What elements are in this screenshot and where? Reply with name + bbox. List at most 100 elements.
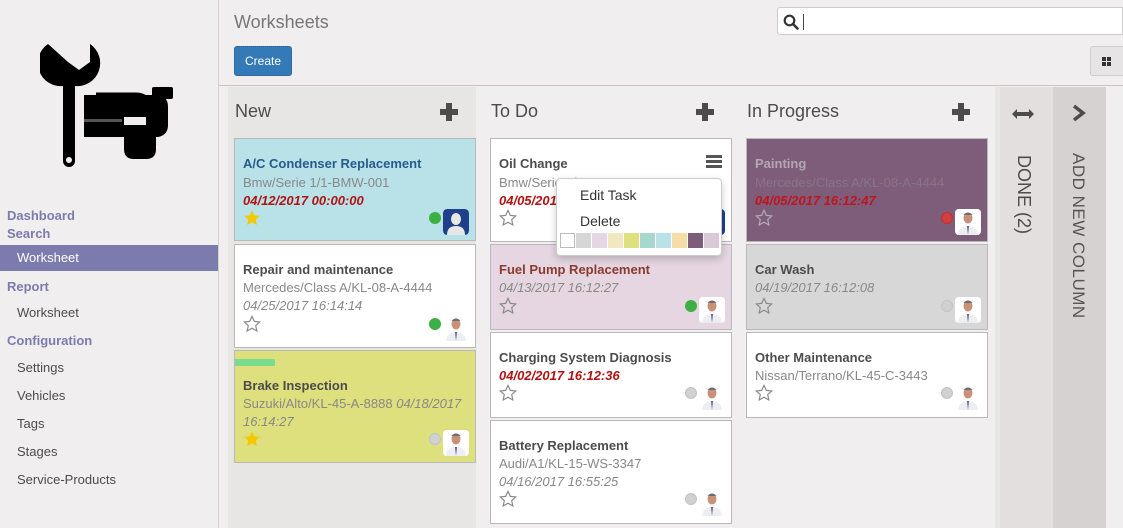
color-swatch[interactable] [672,233,687,248]
column-title: New [235,101,272,121]
kanban-view-button[interactable] [1090,46,1123,76]
card-title: A/C Condenser Replacement [243,156,422,171]
avatar-person [699,490,725,516]
sidebar-item-service-products[interactable]: Service-Products [0,466,218,494]
avatar-person [955,384,981,410]
kanban-card[interactable]: A/C Condenser Replacement Bmw/Serie 1/1-… [234,138,476,241]
sidebar-item-stages[interactable]: Stages [0,438,218,466]
sidebar-item-report-worksheet[interactable]: Worksheet [0,300,218,326]
folded-column-done[interactable]: DONE (2) [995,87,1053,528]
color-swatch[interactable] [656,233,671,248]
kanban-card[interactable]: Painting Mercedes/Class A/KL-08-A-4444 0… [746,138,988,242]
menu-heading-search[interactable]: Search [0,225,218,243]
kanban-state-dot[interactable] [429,318,441,330]
kanban-card[interactable]: Repair and maintenance Mercedes/Class A/… [234,244,476,348]
star-outline-icon[interactable] [243,315,261,333]
color-swatch[interactable] [608,233,623,248]
star-outline-icon[interactable] [755,209,773,227]
kanban-card[interactable]: Battery Replacement Audi/A1/KL-15-WS-334… [490,420,732,524]
sidebar-item-settings[interactable]: Settings [0,354,218,382]
menu-item-edit-task[interactable]: Edit Task [580,187,637,203]
color-swatch[interactable] [560,233,575,248]
card-date: 04/25/2017 16:14:14 [243,298,363,313]
avatar-person [443,430,469,456]
card-vehicle: Suzuki/Alto/KL-45-A-8888 [243,396,393,411]
text-cursor [803,14,804,30]
sidebar-menu: Dashboard Search Worksheet Report Worksh… [0,207,218,494]
create-button[interactable]: Create [234,46,292,76]
color-swatch[interactable] [576,233,591,248]
star-outline-icon[interactable] [755,384,773,402]
card-menu-icon[interactable] [706,155,722,169]
kanban-state-dot[interactable] [941,387,953,399]
sidebar-item-tags[interactable]: Tags [0,410,218,438]
kanban-card[interactable]: Car Wash 04/19/2017 16:12:08 [746,244,988,330]
kanban-state-dot[interactable] [685,493,697,505]
column-in-progress: In Progress Painting Mercedes/Class A/KL… [740,87,988,528]
sidebar: Dashboard Search Worksheet Report Worksh… [0,0,219,528]
card-date-part2: 16:14:27 [243,414,294,429]
column-to-do: To Do Oil Change Bmw/Serie 1/1-BMW-001 0… [484,87,732,528]
card-date: 04/12/2017 00:00:00 [243,193,364,208]
star-outline-icon[interactable] [499,490,517,508]
wrench-car-logo[interactable] [40,36,180,171]
kanban-board: New A/C Condenser Replacement Bmw/Serie … [219,87,1123,528]
avatar-person [955,209,981,235]
menu-heading-configuration[interactable]: Configuration [0,332,218,350]
card-title: Other Maintenance [755,350,873,365]
kanban-card[interactable]: Other Maintenance Nissan/Terrano/KL-45-C… [746,332,988,418]
kanban-card[interactable]: Charging System Diagnosis 04/02/2017 16:… [490,332,732,418]
search-input[interactable] [777,7,1123,35]
column-new: New A/C Condenser Replacement Bmw/Serie … [228,87,476,528]
add-new-column[interactable]: ADD NEW COLUMN [1053,87,1106,528]
avatar-person [699,297,725,323]
kanban-card[interactable]: Brake Inspection Suzuki/Alto/KL-45-A-888… [234,350,476,463]
sidebar-item-search-worksheet[interactable]: Worksheet [0,245,218,271]
menu-heading-report[interactable]: Report [0,278,218,296]
star-outline-icon[interactable] [755,297,773,315]
kanban-state-dot[interactable] [429,433,441,445]
card-date: 04/05/2017 16:12:47 [755,193,876,208]
card-date: 04/05/2017 [499,193,565,208]
star-outline-icon[interactable] [499,209,517,227]
kanban-state-dot[interactable] [941,300,953,312]
card-title: Fuel Pump Replacement [499,262,650,277]
color-swatch[interactable] [704,233,719,248]
kanban-state-dot[interactable] [941,212,953,224]
menu-heading-dashboard[interactable]: Dashboard [0,207,218,225]
card-title: Charging System Diagnosis [499,350,672,365]
kanban-state-dot[interactable] [685,300,697,312]
card-title: Brake Inspection [243,378,348,393]
color-swatch[interactable] [592,233,607,248]
star-outline-icon[interactable] [499,384,517,402]
kanban-state-dot[interactable] [429,212,441,224]
card-dropdown-menu: Edit Task Delete [556,178,722,256]
card-title: Repair and maintenance [243,262,394,277]
control-panel: Worksheets Create [219,0,1123,86]
card-vehicle: Nissan/Terrano/KL-45-C-3443 [755,368,928,383]
sidebar-item-vehicles[interactable]: Vehicles [0,382,218,410]
card-title: Painting [755,156,807,171]
unfold-arrows-icon[interactable] [1012,108,1034,120]
kanban-state-dot[interactable] [685,387,697,399]
folded-column-label: DONE (2) [1014,155,1034,235]
quick-create-plus-icon[interactable] [696,103,714,121]
card-date: 04/19/2017 16:12:08 [755,280,875,295]
color-swatch[interactable] [624,233,639,248]
color-swatch[interactable] [640,233,655,248]
page-title: Worksheets [234,12,329,32]
kanban-card[interactable]: Fuel Pump Replacement 04/13/2017 16:12:2… [490,244,732,330]
avatar-default [443,209,469,235]
chevron-right-icon[interactable] [1072,104,1086,122]
color-swatch[interactable] [688,233,703,248]
star-filled-icon[interactable] [243,209,261,227]
quick-create-plus-icon[interactable] [440,103,458,121]
star-outline-icon[interactable] [499,297,517,315]
menu-item-delete[interactable]: Delete [580,213,620,229]
card-vehicle: Mercedes/Class A/KL-08-A-4444 [243,280,433,295]
card-date-part1: 04/18/2017 [396,396,462,411]
avatar-person [699,384,725,410]
quick-create-plus-icon[interactable] [952,103,970,121]
card-title: Car Wash [755,262,815,277]
star-filled-icon[interactable] [243,430,261,448]
